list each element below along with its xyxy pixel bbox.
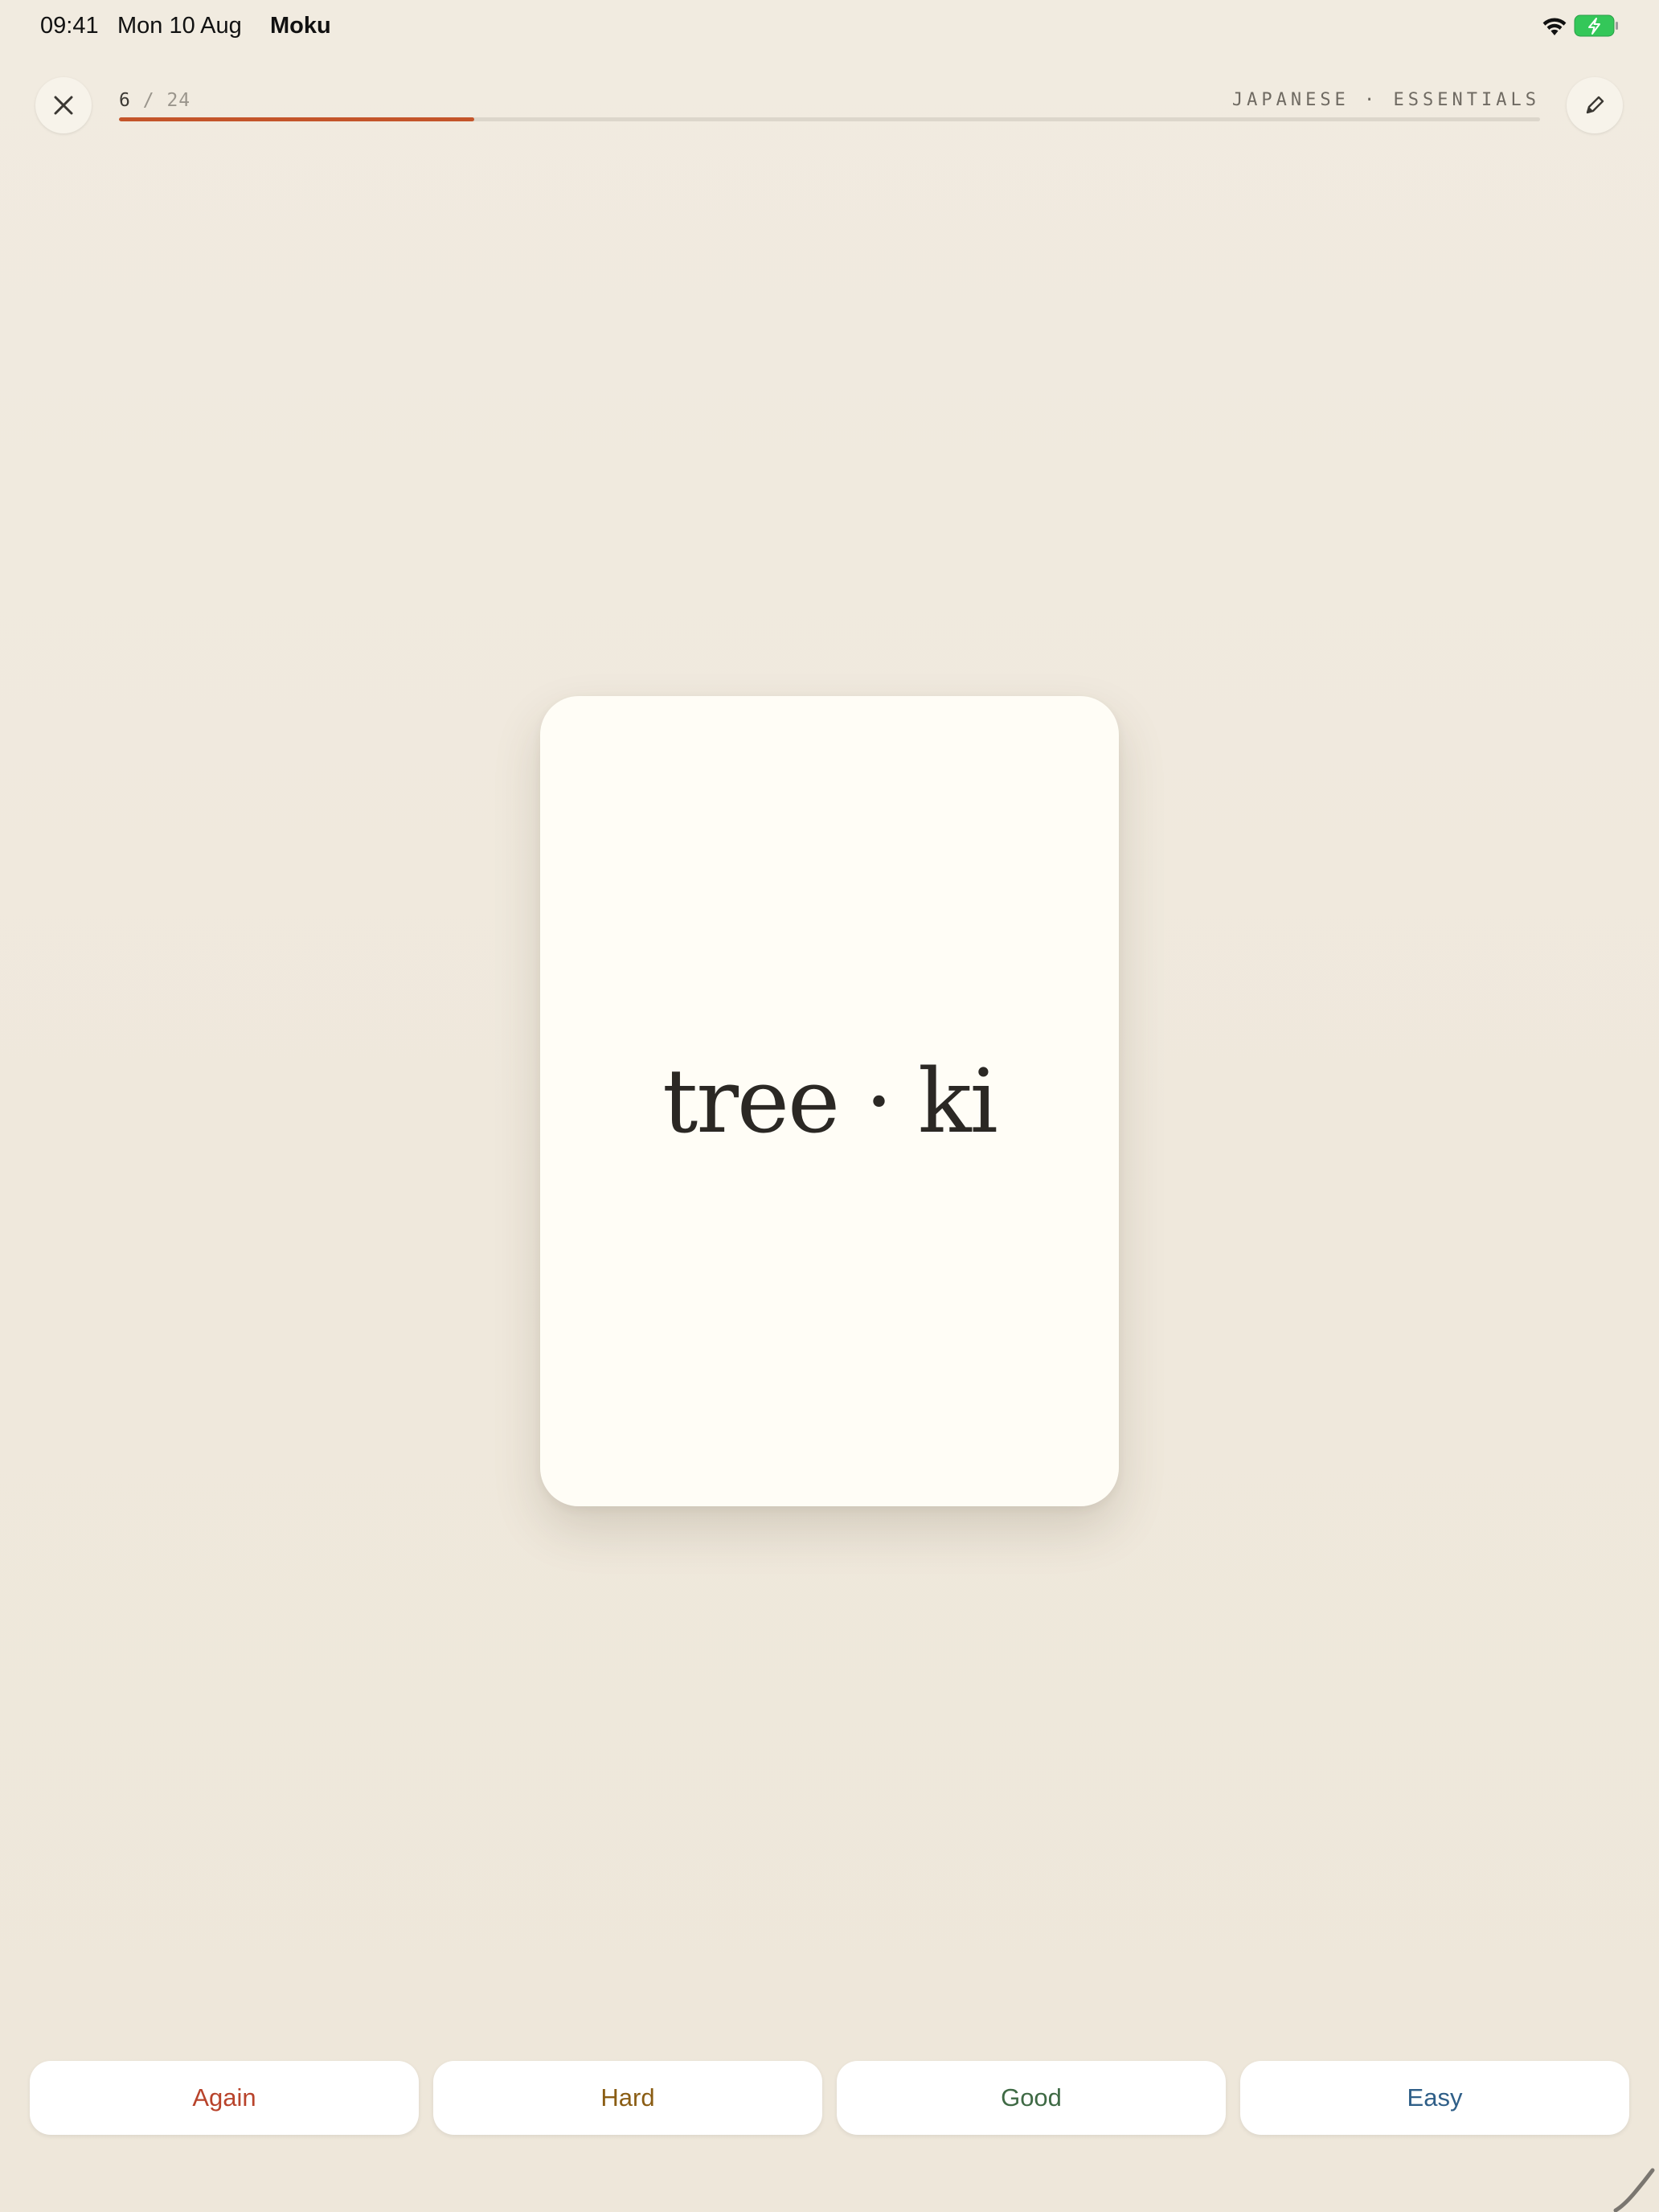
good-button[interactable]: Good	[837, 2061, 1226, 2135]
flashcard-text: tree · ki	[662, 1050, 998, 1153]
flashcard[interactable]: tree · ki	[540, 696, 1119, 1506]
deck-label: JAPANESE · ESSENTIALS	[1231, 90, 1540, 110]
status-app-name: Moku	[270, 13, 331, 39]
close-icon	[54, 96, 73, 115]
progress-total: 24	[166, 90, 191, 111]
progress-separator: /	[142, 90, 155, 111]
again-button[interactable]: Again	[30, 2061, 419, 2135]
answer-buttons: Again Hard Good Easy	[30, 2061, 1629, 2135]
pencil-tip-icon	[1613, 2168, 1655, 2212]
progress-counter: 6 / 24	[119, 88, 190, 113]
battery-icon	[1574, 14, 1618, 37]
easy-button[interactable]: Easy	[1240, 2061, 1629, 2135]
status-bar: 09:41 Mon 10 Aug Moku	[0, 0, 1659, 53]
hard-button[interactable]: Hard	[433, 2061, 822, 2135]
progress-current: 6	[119, 90, 131, 111]
progress-bar	[119, 117, 1540, 121]
edit-button[interactable]	[1567, 77, 1623, 133]
progress-bar-fill	[119, 117, 474, 121]
status-date: Mon 10 Aug	[117, 13, 242, 39]
status-time: 09:41	[40, 13, 99, 39]
wifi-icon	[1542, 18, 1567, 35]
pencil-icon	[1586, 96, 1604, 114]
close-button[interactable]	[35, 77, 92, 133]
